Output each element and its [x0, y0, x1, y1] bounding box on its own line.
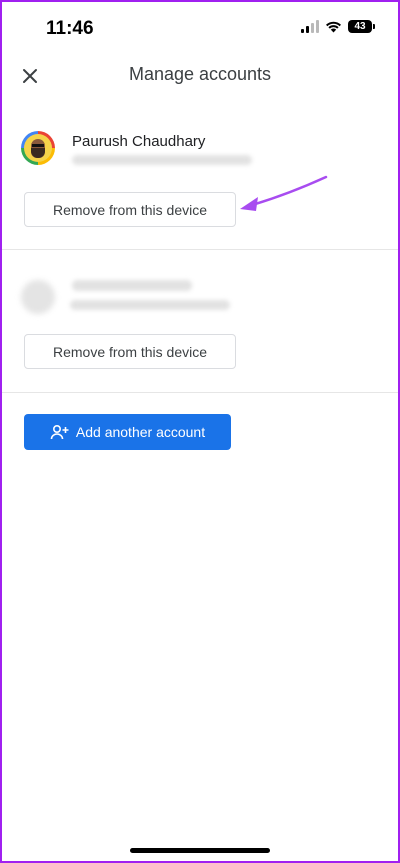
battery-level: 43 [354, 21, 366, 32]
battery-icon: 43 [348, 20, 375, 33]
avatar-photo [24, 134, 52, 162]
remove-from-device-button[interactable]: Remove from this device [24, 334, 236, 369]
status-icons: 43 [301, 20, 375, 33]
status-time: 11:46 [46, 18, 94, 39]
avatar [21, 280, 55, 314]
home-indicator [130, 848, 270, 853]
account-email-redacted [70, 300, 230, 310]
add-another-account-button[interactable]: Add another account [24, 414, 231, 450]
account-name: Paurush Chaudhary [72, 133, 206, 150]
annotation-arrow [240, 175, 328, 211]
account-email-redacted [72, 155, 252, 165]
screen-frame: 11:46 43 Manage accounts Paurush Chaudha… [0, 0, 400, 863]
cellular-signal-icon [301, 20, 319, 33]
remove-from-device-button[interactable]: Remove from this device [24, 192, 236, 227]
add-account-label: Add another account [75, 424, 206, 440]
account-item: Paurush Chaudhary Remove from this devic… [2, 127, 398, 250]
header: Manage accounts [2, 58, 398, 98]
page-title: Manage accounts [128, 64, 272, 84]
person-add-icon [50, 424, 69, 440]
account-name-redacted [72, 280, 192, 291]
status-bar: 11:46 43 [2, 2, 398, 58]
wifi-icon [326, 21, 341, 33]
avatar [21, 131, 55, 165]
account-item: Remove from this device [2, 250, 398, 393]
